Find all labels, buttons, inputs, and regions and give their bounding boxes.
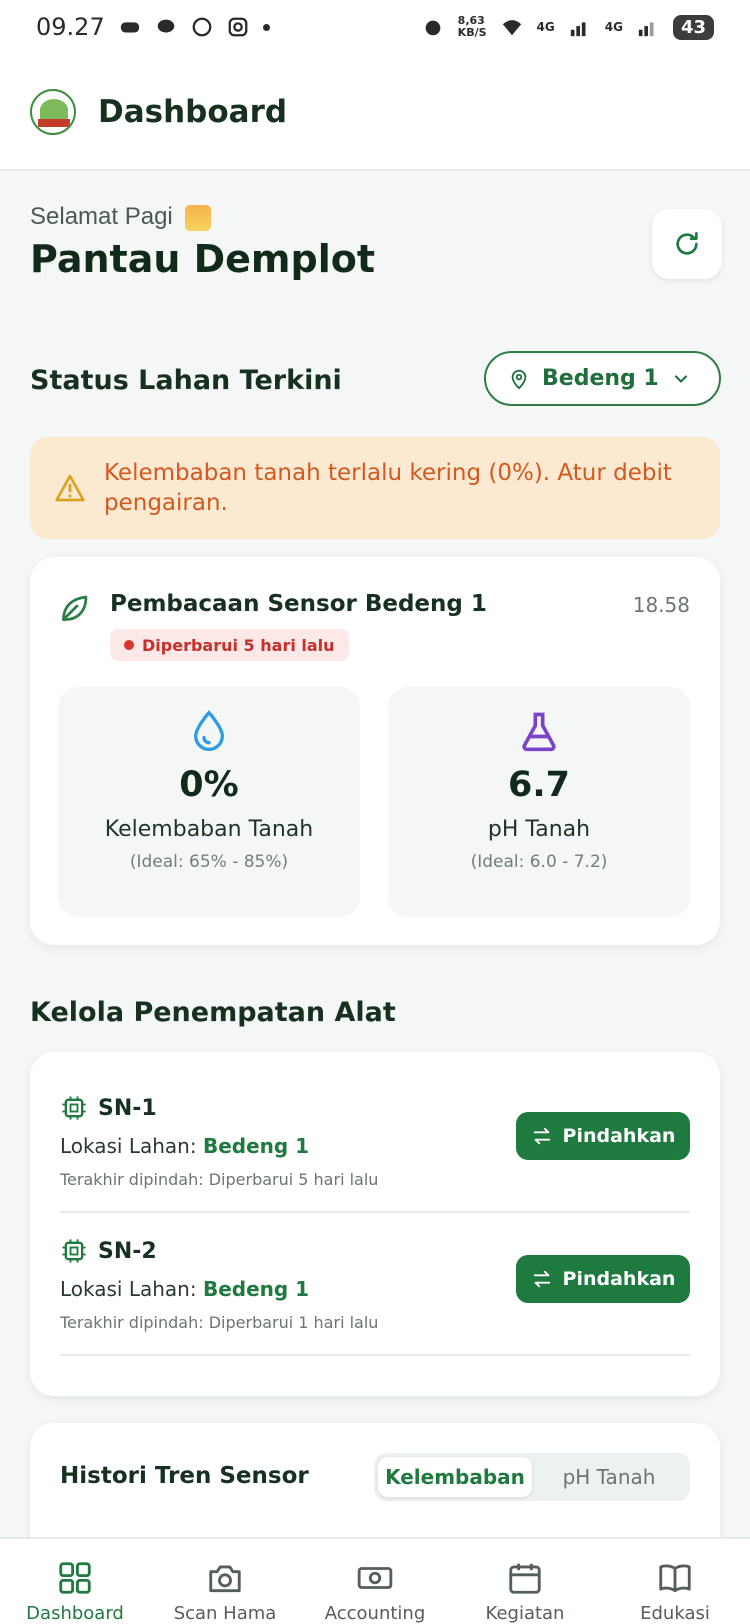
money-icon <box>357 1567 393 1589</box>
refresh-button[interactable] <box>652 209 722 279</box>
camera-icon <box>209 1565 241 1593</box>
location-value: Bedeng 1 <box>202 1134 310 1158</box>
history-tab-switch: Kelembaban pH Tanah <box>374 1453 690 1501</box>
status-dot-icon <box>124 640 134 650</box>
notification-dot-icon <box>262 23 270 31</box>
sunrise-emoji-icon <box>185 204 212 231</box>
status-time: 09.27 <box>36 13 105 41</box>
grid-icon <box>59 1562 91 1594</box>
ph-ideal: (Ideal: 6.0 - 7.2) <box>470 852 608 872</box>
signal-bars-icon <box>638 22 654 37</box>
instagram-icon <box>228 17 248 37</box>
swap-arrows-icon <box>533 1270 550 1288</box>
devices-card: SN-1 Lokasi Lahan: Bedeng 1 Terakhir dip… <box>30 1052 720 1396</box>
location-prefix: Lokasi Lahan: <box>60 1277 197 1301</box>
location-prefix: Lokasi Lahan: <box>60 1134 197 1158</box>
app-logo <box>30 88 76 135</box>
whatsapp-icon <box>192 17 212 37</box>
moisture-alert: Kelembaban tanah terlalu kering (0%). At… <box>30 437 720 539</box>
moisture-label: Kelembaban Tanah <box>104 817 314 842</box>
user-name: Pantau Demplot <box>30 237 376 281</box>
wifi-icon <box>502 20 521 36</box>
swap-arrows-icon <box>533 1127 550 1145</box>
nav-item-dashboard[interactable]: Dashboard <box>0 1539 150 1624</box>
bed-selector-dropdown[interactable]: Bedeng 1 <box>484 351 721 406</box>
device-item-sn1: SN-1 Lokasi Lahan: Bedeng 1 Terakhir dip… <box>60 1070 690 1213</box>
alert-text: Kelembaban tanah terlalu kering (0%). At… <box>104 460 672 516</box>
greeting-text: Selamat Pagi <box>30 203 173 230</box>
move-button-label: Pindahkan <box>562 1125 676 1147</box>
device-name: SN-1 <box>60 1094 157 1122</box>
status-section-title: Status Lahan Terkini <box>30 365 342 396</box>
tab-kelembaban[interactable]: Kelembaban <box>378 1457 532 1497</box>
status-bar: 09.27 8,63 KB/S 4G 4G 43 <box>0 0 750 54</box>
net-speed-unit: KB/S <box>457 26 487 39</box>
net-speed: 8,63 KB/S <box>458 15 487 39</box>
nav-label: Edukasi <box>640 1603 710 1624</box>
nav-label: Kegiatan <box>485 1603 565 1624</box>
moisture-value: 0% <box>179 765 239 805</box>
nav-item-accounting[interactable]: Accounting <box>300 1539 450 1624</box>
chip-icon <box>62 1096 86 1120</box>
warning-triangle-icon <box>55 474 85 502</box>
alarm-icon <box>425 20 441 36</box>
nav-label: Scan Hama <box>173 1603 277 1624</box>
signal-bars-icon <box>570 22 586 37</box>
device-name-text: SN-1 <box>98 1095 157 1121</box>
history-title: Histori Tren Sensor <box>60 1463 309 1489</box>
sensor-card: Pembacaan Sensor Bedeng 1 18.58 Diperbar… <box>30 557 720 945</box>
sensor-time: 18.58 <box>632 593 690 617</box>
move-device-button[interactable]: Pindahkan <box>516 1255 690 1303</box>
device-name-text: SN-2 <box>98 1238 157 1264</box>
move-device-button[interactable]: Pindahkan <box>516 1112 690 1160</box>
chip-icon <box>62 1239 86 1263</box>
device-moved: Terakhir dipindah: Diperbarui 5 hari lal… <box>60 1170 379 1189</box>
page-title: Dashboard <box>98 93 288 130</box>
signal-1: 4G <box>536 20 555 34</box>
signal-2: 4G <box>604 20 623 34</box>
chat-bubble-icon <box>157 19 174 33</box>
location-value: Bedeng 1 <box>202 1277 310 1301</box>
flask-icon <box>522 712 556 752</box>
battery-indicator: 43 <box>672 14 714 40</box>
device-moved: Terakhir dipindah: Diperbarui 1 hari lal… <box>60 1313 379 1332</box>
nav-label: Accounting <box>324 1603 426 1624</box>
device-location: Lokasi Lahan: Bedeng 1 <box>60 1134 309 1158</box>
location-pin-icon <box>511 369 527 389</box>
tab-ph-tanah[interactable]: pH Tanah <box>532 1457 686 1497</box>
sensor-title: Pembacaan Sensor Bedeng 1 <box>110 591 487 617</box>
updated-text: Diperbarui 5 hari lalu <box>142 635 335 655</box>
refresh-icon <box>676 232 698 255</box>
ph-metric: 6.7 pH Tanah (Ideal: 6.0 - 7.2) <box>388 687 690 917</box>
ph-label: pH Tanah <box>487 817 591 842</box>
chevron-down-icon <box>674 374 687 383</box>
nav-item-kegiatan[interactable]: Kegiatan <box>450 1539 600 1624</box>
devices-section-title: Kelola Penempatan Alat <box>30 997 396 1028</box>
device-item-sn2: SN-2 Lokasi Lahan: Bedeng 1 Terakhir dip… <box>60 1213 690 1356</box>
leaf-icon <box>62 595 88 621</box>
book-icon <box>659 1564 691 1593</box>
device-location: Lokasi Lahan: Bedeng 1 <box>60 1277 309 1301</box>
ph-value: 6.7 <box>507 765 570 805</box>
move-button-label: Pindahkan <box>562 1268 676 1290</box>
water-drop-icon <box>193 710 225 751</box>
bottom-nav: Dashboard Scan Hama Accounting Kegiatan … <box>0 1537 750 1624</box>
selected-bed: Bedeng 1 <box>542 366 659 391</box>
nav-label: Dashboard <box>26 1603 124 1624</box>
greeting: Selamat Pagi <box>30 203 212 231</box>
app-header: Dashboard <box>0 54 750 171</box>
moisture-ideal: (Ideal: 65% - 85%) <box>129 852 289 872</box>
device-name: SN-2 <box>60 1237 157 1265</box>
moisture-metric: 0% Kelembaban Tanah (Ideal: 65% - 85%) <box>58 687 360 917</box>
calendar-icon <box>509 1563 541 1594</box>
updated-badge: Diperbarui 5 hari lalu <box>110 629 349 661</box>
game-controller-icon <box>120 22 139 33</box>
nav-item-scan-hama[interactable]: Scan Hama <box>150 1539 300 1624</box>
nav-item-edukasi[interactable]: Edukasi <box>600 1539 750 1624</box>
